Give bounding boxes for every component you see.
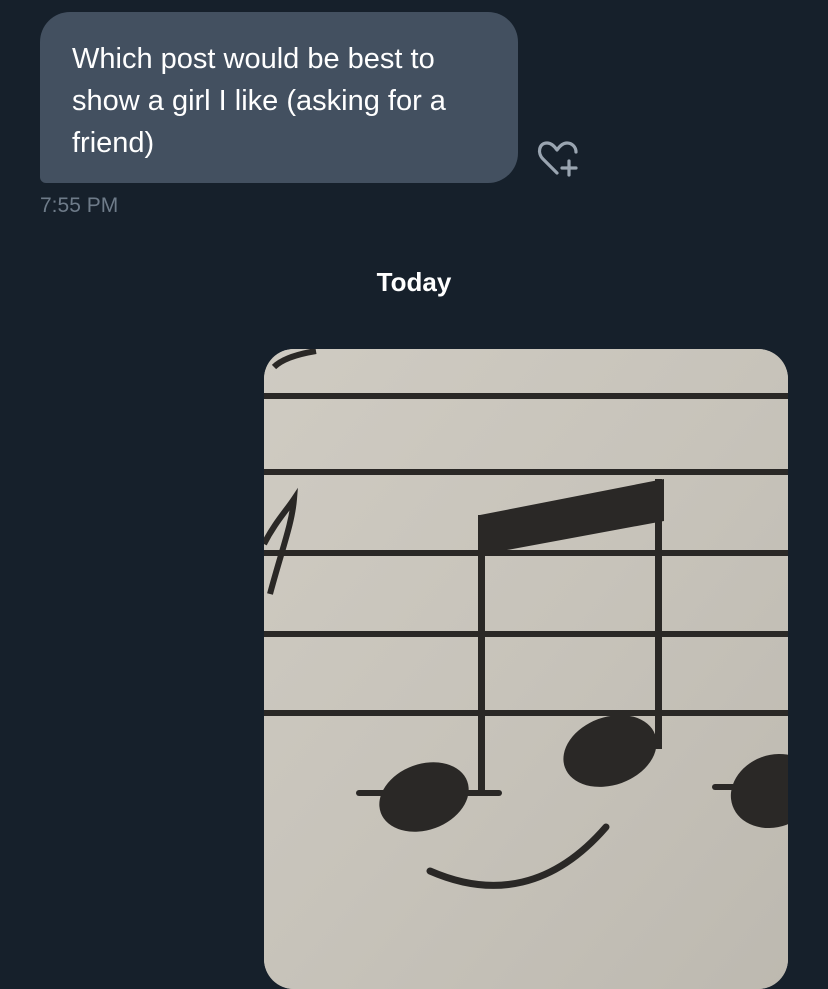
message-text: Which post would be best to show a girl …: [72, 43, 446, 159]
message-timestamp: 7:55 PM: [40, 194, 119, 217]
message-bubble[interactable]: Which post would be best to show a girl …: [40, 12, 518, 183]
attached-image[interactable]: [264, 349, 788, 989]
date-separator: Today: [376, 267, 452, 297]
heart-plus-icon[interactable]: [535, 137, 583, 181]
sheet-music-smiley-image: [264, 349, 788, 989]
